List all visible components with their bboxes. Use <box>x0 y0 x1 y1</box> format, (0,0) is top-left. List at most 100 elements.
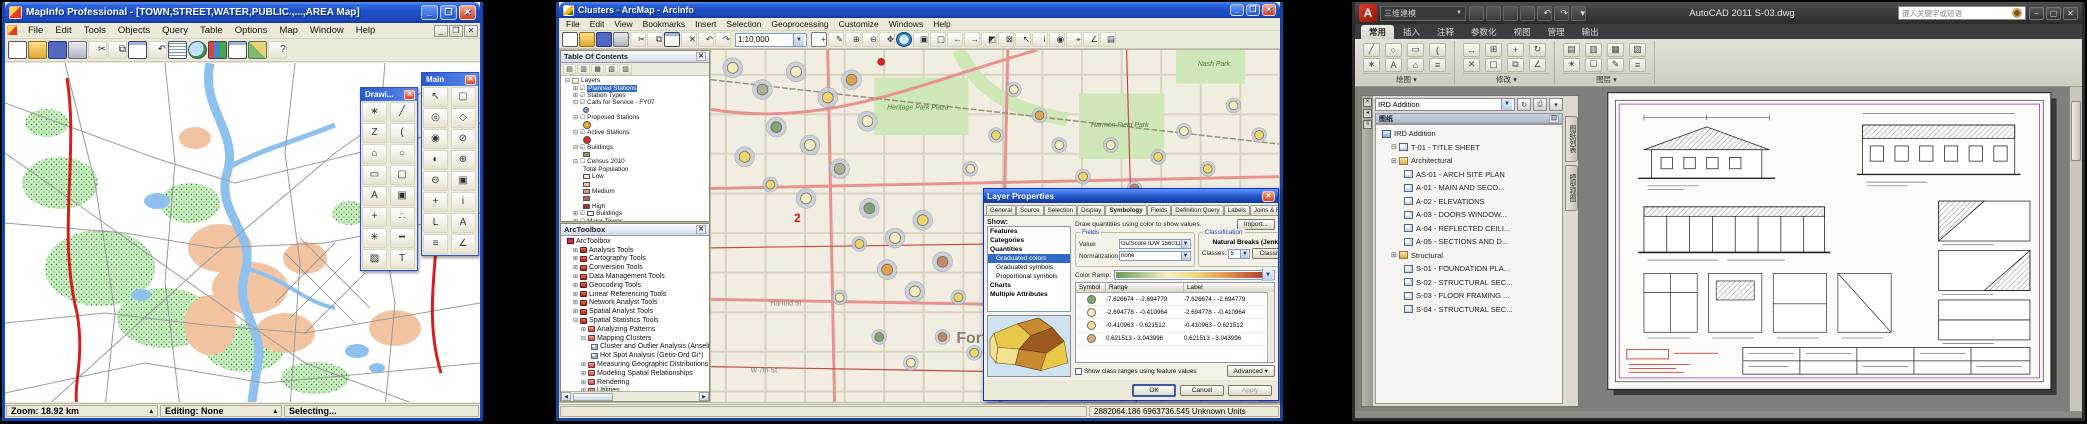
close-button[interactable]: ✕ <box>1262 4 1276 16</box>
toc-layer-item[interactable]: ⊟ ☑ Active Stations <box>561 129 709 136</box>
identify-tool[interactable]: i <box>1032 32 1048 47</box>
zoom-out-tool[interactable]: ⊖ <box>423 171 448 191</box>
label-tool[interactable]: A <box>451 213 476 233</box>
menu-item[interactable]: Help <box>928 19 955 29</box>
symbol-style-button[interactable]: ✳ <box>362 228 387 248</box>
arctoolbox-hscrollbar[interactable]: ◀ ▶ <box>561 391 709 401</box>
undo-button[interactable]: ↶ <box>698 32 714 47</box>
cut-button[interactable]: ✂ <box>88 41 107 59</box>
new-table-button[interactable] <box>8 41 27 59</box>
select-tool[interactable]: ↖ <box>423 87 448 107</box>
find-button[interactable]: ◉ <box>1049 32 1065 47</box>
toc-layer-item[interactable]: Low <box>561 173 709 180</box>
toc-layer-item[interactable] <box>561 180 709 187</box>
sheet-tree-item[interactable]: A-05 - SECTIONS AND D... <box>1376 235 1562 249</box>
scroll-right-icon[interactable]: ▶ <box>699 392 709 401</box>
show-list-item[interactable]: Proportional symbols <box>988 272 1070 281</box>
list-by-source-button[interactable]: ▥ <box>577 64 590 75</box>
html-popup-tool[interactable]: ▤ <box>1100 32 1116 47</box>
ribbon-button[interactable]: ▤ <box>1563 43 1580 57</box>
sheet-tree-item[interactable]: AS-01 - ARCH SITE PLAN <box>1376 168 1562 182</box>
dialog-close-icon[interactable]: ✕ <box>1262 191 1275 202</box>
main-toolbar-close-icon[interactable]: ✕ <box>465 75 476 85</box>
add-node-tool[interactable]: ∴ <box>390 207 415 227</box>
section-expand-icon[interactable]: ⊡ <box>1549 115 1559 123</box>
marquee-select-tool[interactable]: ▢ <box>451 87 476 107</box>
ribbon-button[interactable]: + <box>1507 43 1524 57</box>
table-row[interactable]: -7.626674 - -2.694779 -7.626674 - -2.694… <box>1076 293 1274 306</box>
dialog-tab[interactable]: General <box>986 205 1016 215</box>
rectangle-tool[interactable]: ▭ <box>362 165 387 185</box>
polygon-tool[interactable]: ⌂ <box>362 144 387 164</box>
ok-button[interactable]: OK <box>1132 384 1176 397</box>
undo-button[interactable]: ↶ <box>1537 6 1552 21</box>
radius-select-tool[interactable]: ◎ <box>423 108 448 128</box>
menu-item[interactable]: Edit <box>585 19 610 29</box>
cancel-button[interactable]: Cancel <box>1180 385 1224 396</box>
fixed-zoom-in-button[interactable]: ▣ <box>913 32 929 47</box>
map-scale-combo[interactable]: 1:10,000 ▼ <box>735 33 807 47</box>
boundary-select-tool[interactable]: ◉ <box>423 129 448 149</box>
ribbon-button[interactable]: ▦ <box>1607 43 1624 57</box>
ribbon-button[interactable]: A <box>1385 58 1402 72</box>
toc-layer-item[interactable]: ⊟ Layers <box>561 77 709 84</box>
column-header[interactable]: Symbol <box>1076 283 1106 292</box>
list-by-visibility-button[interactable]: ▦ <box>591 64 604 75</box>
rounded-rectangle-tool[interactable]: ▢ <box>390 165 415 185</box>
open-button[interactable] <box>579 32 595 47</box>
text-style-button[interactable]: T <box>390 249 415 269</box>
menu-item[interactable]: Edit <box>49 24 77 37</box>
ribbon-button[interactable]: ↔ <box>1463 43 1480 57</box>
toolbox-item[interactable]: ⊞ Rendering <box>561 378 709 387</box>
sheetset-refresh-button[interactable]: ↻ <box>1517 98 1531 111</box>
zoom-in-tool[interactable]: ⊕ <box>845 32 861 47</box>
scrollbar-thumb[interactable] <box>2071 101 2081 161</box>
unselect-all-tool[interactable]: ⊘ <box>451 129 476 149</box>
ribbon-button[interactable]: ⧉ <box>1507 58 1524 72</box>
toc-header[interactable]: Table Of Contents ✕ <box>561 51 709 63</box>
qat-dropdown[interactable]: ▾ <box>1571 6 1586 21</box>
toc-layer-item[interactable]: Medium <box>561 188 709 195</box>
line-tool[interactable]: ╱ <box>390 102 415 122</box>
drawing-canvas[interactable] <box>1585 87 2068 411</box>
table-row[interactable]: 0.621513 - 3.043996 0.621513 - 3.043996 <box>1076 333 1274 346</box>
dialog-titlebar[interactable]: Layer Properties ✕ <box>984 189 1278 203</box>
fixed-zoom-out-button[interactable]: ▢ <box>930 32 946 47</box>
ribbon-panel-label[interactable]: 修改 ▾ <box>1463 73 1550 84</box>
zoom-out-tool[interactable]: ⊖ <box>862 32 878 47</box>
menu-item[interactable]: Windows <box>884 19 928 29</box>
redo-button[interactable]: ↷ <box>715 32 731 47</box>
sheet-tree-item[interactable]: S-01 - FOUNDATION PLA... <box>1376 262 1562 276</box>
toolbox-item[interactable]: ⊞ Spatial Analyst Tools <box>561 307 709 316</box>
classes-combo[interactable]: 5 ▼ <box>1228 249 1250 259</box>
symbol-tool[interactable]: ∗ <box>362 102 387 122</box>
mdi-close-button[interactable]: ✕ <box>464 25 478 37</box>
line-style-button[interactable]: ━ <box>390 228 415 248</box>
toc-layer-item[interactable] <box>561 195 709 202</box>
dialog-tab[interactable]: Fields <box>1147 205 1172 215</box>
selecting-status[interactable]: Selecting... <box>284 405 479 417</box>
palette-autohide-icon[interactable]: ◂ <box>1363 109 1372 118</box>
new-map-button[interactable] <box>562 32 578 47</box>
sheet-tree-item[interactable]: ⊞ Architectural <box>1376 154 1562 168</box>
main-toolbar-titlebar[interactable]: Main ✕ <box>422 73 478 86</box>
ribbon-tab[interactable]: 插入 <box>1395 25 1428 39</box>
ribbon-button[interactable]: ▢ <box>1485 58 1502 72</box>
pan-tool[interactable]: ✥ <box>879 32 895 47</box>
new-redistricter-button[interactable] <box>248 41 267 59</box>
sheetset-publish-button[interactable]: ⎙ <box>1533 98 1547 111</box>
table-row[interactable]: -0.410963 - 0.621512 -0.410963 - 0.62151… <box>1076 319 1274 332</box>
menu-item[interactable]: Insert <box>690 19 721 29</box>
arc-tool[interactable]: ( <box>390 123 415 143</box>
paste-button[interactable] <box>664 32 680 47</box>
ribbon-button[interactable]: ⌂ <box>1407 58 1424 72</box>
toc-layer-item[interactable]: Total Population <box>561 166 709 173</box>
list-by-drawing-order-button[interactable]: ▤ <box>563 64 576 75</box>
toc-options-button[interactable]: ▨ <box>619 64 632 75</box>
sheet-tree-item[interactable]: A-04 - REFLECTED CEILI... <box>1376 222 1562 236</box>
new-grapher-button[interactable] <box>208 41 227 59</box>
redo-button[interactable]: ↷ <box>1554 6 1569 21</box>
help-button[interactable]: ? <box>268 41 287 59</box>
delete-button[interactable]: ✕ <box>681 32 697 47</box>
close-button[interactable]: ✕ <box>459 5 476 20</box>
